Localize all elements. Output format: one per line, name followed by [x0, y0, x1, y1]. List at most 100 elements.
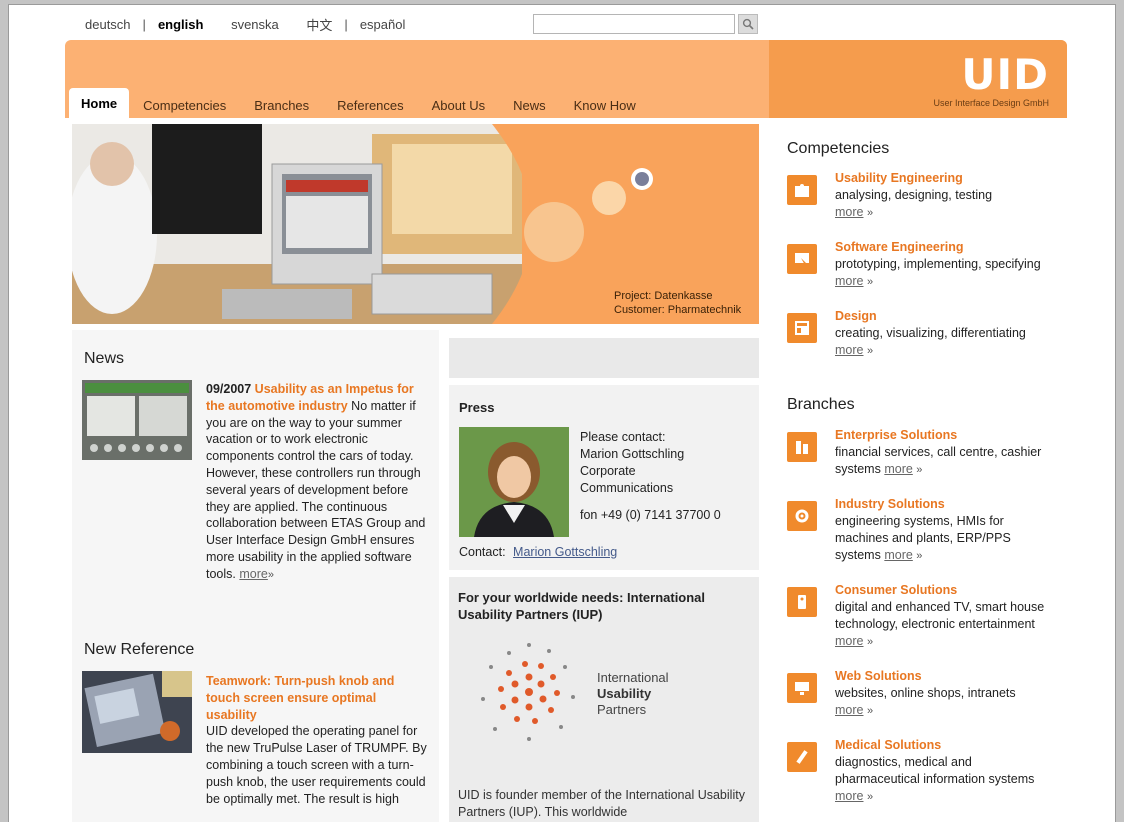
site-logo[interactable]: UID [961, 54, 1049, 96]
news-heading: News [84, 350, 125, 367]
press-contact-photo [459, 427, 569, 537]
brand-block: UID User Interface Design GmbH [769, 40, 1067, 118]
reference-item: Teamwork: Turn-push knob and touch scree… [206, 673, 430, 807]
branch-more-link[interactable]: more [884, 462, 912, 476]
news-thumbnail-image [82, 380, 192, 460]
reference-body: UID developed the operating panel for th… [206, 724, 427, 806]
branch-more-link[interactable]: more [835, 703, 863, 717]
tab-branches[interactable]: Branches [240, 92, 323, 118]
news-column: News 09/2007 Usability as an Impetus for… [72, 330, 439, 822]
cursor-icon [787, 244, 817, 274]
news-date: 09/2007 [206, 382, 252, 396]
competency-text: prototyping, implementing, specifying [835, 257, 1041, 271]
news-more-link[interactable]: more [239, 567, 267, 581]
reference-heading: New Reference [84, 641, 195, 658]
branch-text: engineering systems, HMIs for machines a… [835, 514, 1011, 562]
iup-logo-line: International [597, 670, 669, 685]
gear-icon [787, 501, 817, 531]
branches-heading: Branches [787, 396, 855, 413]
branch-title[interactable]: Consumer Solutions [835, 582, 1057, 599]
arrow-icon: » [866, 276, 874, 288]
puzzle-icon [787, 175, 817, 205]
main-nav: Home Competencies Branches References Ab… [69, 88, 650, 118]
search-icon [742, 18, 754, 30]
language-switcher: deutsch | english svenska 中文 | español [81, 15, 409, 34]
person-photo [459, 427, 569, 537]
reference-thumbnail[interactable] [82, 671, 192, 753]
right-sidebar: Competencies Usability Engineering analy… [769, 118, 1067, 822]
arrow-icon: » [866, 207, 874, 219]
branch-text: diagnostics, medical and pharmaceutical … [835, 755, 1035, 786]
branch-title[interactable]: Medical Solutions [835, 737, 1057, 754]
iup-heading: For your worldwide needs: International … [458, 590, 706, 622]
reference-thumbnail-image [82, 671, 192, 753]
lang-espanol[interactable]: español [356, 17, 410, 32]
site-header: Home Competencies Branches References Ab… [65, 40, 1067, 118]
tab-about-us[interactable]: About Us [418, 92, 499, 118]
press-heading: Press [459, 400, 495, 415]
branch-more-link[interactable]: more [835, 789, 863, 803]
branch-more-link[interactable]: more [835, 634, 863, 648]
press-line: Communications [580, 481, 674, 495]
tab-references[interactable]: References [323, 92, 417, 118]
lang-english[interactable]: english [154, 17, 208, 32]
iup-logo-text: International Usability Partners [597, 670, 669, 718]
competency-title[interactable]: Software Engineering [835, 239, 1057, 256]
press-contact-row: Contact: Marion Gottschling [459, 545, 617, 559]
branch-more-link[interactable]: more [884, 548, 912, 562]
empty-panel [449, 338, 759, 378]
competency-title[interactable]: Usability Engineering [835, 170, 1057, 187]
tab-news[interactable]: News [499, 92, 560, 118]
arrow-icon: » [866, 636, 874, 648]
branch-title[interactable]: Industry Solutions [835, 496, 1057, 513]
competency-more-link[interactable]: more [835, 343, 863, 357]
press-box: Press Please contact: Marion Gottschling… [449, 385, 759, 570]
contact-link[interactable]: Marion Gottschling [513, 545, 617, 559]
iup-text: UID is founder member of the Internation… [458, 788, 745, 819]
branch-text: financial services, call centre, cashier… [835, 445, 1042, 476]
iup-logo-line: Partners [597, 702, 647, 717]
tab-competencies[interactable]: Competencies [129, 92, 240, 118]
competency-more-link[interactable]: more [835, 274, 863, 288]
reference-headline[interactable]: Teamwork: Turn-push knob and touch scree… [206, 673, 430, 723]
search-button[interactable] [738, 14, 758, 34]
press-line: Marion Gottschling [580, 447, 685, 461]
arrow-icon: » [916, 550, 923, 562]
hero-caption: Project: Datenkasse Customer: Pharmatech… [614, 289, 741, 317]
arrow-icon: » [866, 791, 874, 803]
arrow-icon: » [916, 464, 923, 476]
tab-know-how[interactable]: Know How [560, 92, 650, 118]
press-line: Please contact: [580, 430, 666, 444]
divider: | [142, 17, 146, 32]
hero-photo [72, 124, 522, 324]
press-line: Corporate [580, 464, 636, 478]
search-input[interactable] [533, 14, 735, 34]
iup-logo-line: Usability [597, 686, 652, 701]
branch-title[interactable]: Enterprise Solutions [835, 427, 1057, 444]
browser-page: deutsch | english svenska 中文 | español H… [8, 4, 1116, 822]
news-thumbnail[interactable] [82, 380, 192, 460]
press-phone: fon +49 (0) 7141 37700 0 [580, 508, 721, 522]
pharmacy-scene-image [72, 124, 522, 324]
language-bar: deutsch | english svenska 中文 | español [9, 5, 1115, 41]
iup-logo-icon[interactable] [469, 637, 589, 747]
lang-deutsch[interactable]: deutsch [81, 17, 135, 32]
arrow-icon: » [866, 345, 874, 357]
lang-svenska[interactable]: svenska [227, 17, 283, 32]
divider: | [344, 17, 348, 32]
competency-text: creating, visualizing, differentiating [835, 326, 1026, 340]
tab-home[interactable]: Home [69, 88, 130, 118]
branch-title[interactable]: Web Solutions [835, 668, 1057, 685]
competency-title[interactable]: Design [835, 308, 1057, 325]
competencies-heading: Competencies [787, 140, 890, 157]
logo-tagline: User Interface Design GmbH [933, 98, 1049, 108]
press-contact-text: Please contact: Marion Gottschling Corpo… [580, 429, 750, 524]
competency-text: analysing, designing, testing [835, 188, 993, 202]
lang-chinese[interactable]: 中文 [302, 15, 336, 34]
contact-label: Contact: [459, 545, 506, 559]
branch-text: websites, online shops, intranets [835, 686, 1016, 700]
hero-banner[interactable]: Project: Datenkasse Customer: Pharmatech… [72, 124, 759, 324]
news-item: 09/2007 Usability as an Impetus for the … [206, 381, 430, 584]
competency-more-link[interactable]: more [835, 205, 863, 219]
monitor-icon [787, 673, 817, 703]
